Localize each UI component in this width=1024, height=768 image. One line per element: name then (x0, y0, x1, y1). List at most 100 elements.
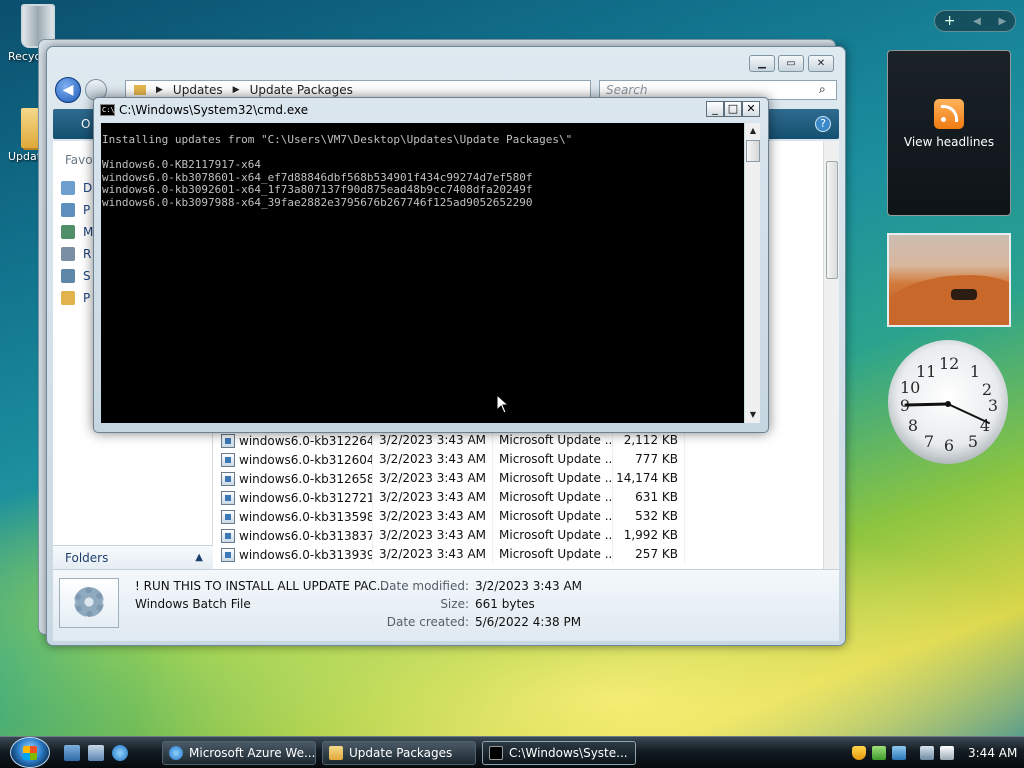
table-row[interactable]: windows6.0-kb313598... 3/2/2023 3:43 AM … (221, 507, 691, 526)
scroll-up-arrow-icon[interactable]: ▲ (745, 123, 761, 139)
details-size-label: Size: (440, 597, 469, 611)
clock-gadget[interactable]: 12 1 2 3 4 5 6 7 8 9 10 11 (888, 340, 1008, 464)
cmd-window: C:\ C:\Windows\System32\cmd.exe _ □ ✕ In… (93, 97, 769, 433)
recent-icon (61, 247, 75, 261)
file-size: 1,992 KB (613, 526, 685, 545)
taskbar-button-label: Microsoft Azure We... (189, 746, 316, 760)
update-icon[interactable] (872, 746, 886, 760)
cmd-maximize-button[interactable]: □ (724, 101, 742, 117)
organize-button[interactable]: O (81, 117, 90, 131)
file-date: 3/2/2023 3:43 AM (373, 450, 493, 469)
add-gadget-button[interactable]: + (944, 13, 956, 29)
security-shield-icon[interactable] (852, 746, 866, 760)
cmd-minimize-button[interactable]: _ (706, 101, 724, 117)
scrollbar-thumb[interactable] (746, 140, 760, 162)
file-date: 3/2/2023 3:43 AM (373, 488, 493, 507)
cmd-close-button[interactable]: ✕ (742, 101, 760, 117)
batch-file-icon (59, 578, 119, 628)
file-list-scrollbar[interactable] (823, 141, 839, 569)
breadcrumb-update-packages[interactable]: Update Packages (250, 83, 353, 97)
search-icon[interactable]: ⌕ (819, 82, 826, 97)
nav-item-label: D (83, 181, 93, 195)
clock-hands (904, 401, 990, 424)
feed-headlines-gadget[interactable]: View headlines (887, 50, 1011, 216)
file-size: 777 KB (613, 450, 685, 469)
close-button[interactable]: ✕ (808, 55, 834, 72)
file-name: windows6.0-kb312604... (239, 452, 373, 467)
table-row[interactable]: windows6.0-kb312658... 3/2/2023 3:43 AM … (221, 469, 691, 488)
console-line: Windows6.0-KB2117917-x64 (102, 158, 261, 171)
searches-icon (61, 269, 75, 283)
network-icon[interactable] (892, 746, 906, 760)
update-package-icon (221, 528, 235, 543)
nav-item-label: S (83, 269, 91, 283)
internet-explorer-icon (169, 746, 183, 760)
file-date: 3/2/2023 3:43 AM (373, 469, 493, 488)
rss-icon (934, 99, 964, 129)
update-package-icon (221, 547, 235, 562)
console-line: windows6.0-kb3097988-x64_39fae2882e37956… (102, 195, 533, 209)
file-name: windows6.0-kb313939... (239, 547, 373, 562)
file-type: Microsoft Update ... (493, 450, 613, 469)
show-desktop-icon[interactable] (64, 745, 80, 761)
system-tray: 3:44 AM (852, 741, 1020, 765)
taskbar-clock[interactable]: 3:44 AM (968, 746, 1017, 760)
hour-hand (904, 402, 950, 407)
file-type: Microsoft Update ... (493, 469, 613, 488)
taskbar-button-azure[interactable]: Microsoft Azure We... (162, 741, 316, 765)
display-icon[interactable] (920, 746, 934, 760)
cmd-titlebar[interactable]: C:\ C:\Windows\System32\cmd.exe (100, 101, 308, 119)
console-scrollbar[interactable]: ▲ ▼ (744, 123, 760, 423)
prev-gadget-button[interactable]: ◀ (973, 16, 981, 27)
oryx-silhouette (951, 289, 977, 300)
table-row[interactable]: windows6.0-kb313837... 3/2/2023 3:43 AM … (221, 526, 691, 545)
help-icon[interactable]: ? (815, 116, 831, 132)
folders-toggle[interactable]: Folders ▲ (53, 545, 213, 569)
file-name: windows6.0-kb312721... (239, 490, 373, 505)
file-size: 532 KB (613, 507, 685, 526)
folder-icon (61, 291, 75, 305)
file-type: Microsoft Update ... (493, 507, 613, 526)
table-row[interactable]: windows6.0-kb312721... 3/2/2023 3:43 AM … (221, 488, 691, 507)
update-package-icon (221, 509, 235, 524)
switch-windows-icon[interactable] (88, 745, 104, 761)
file-type: Microsoft Update ... (493, 526, 613, 545)
maximize-button[interactable]: ▭ (778, 55, 804, 72)
scrollbar-thumb[interactable] (826, 161, 838, 279)
internet-explorer-icon[interactable] (112, 745, 128, 761)
file-date: 3/2/2023 3:43 AM (373, 431, 493, 450)
volume-muted-icon[interactable] (940, 746, 954, 760)
scroll-down-arrow-icon[interactable]: ▼ (745, 407, 761, 423)
breadcrumb-updates[interactable]: Updates (173, 83, 223, 97)
pictures-icon (61, 203, 75, 217)
table-row[interactable]: windows6.0-kb312264... 3/2/2023 3:43 AM … (221, 431, 691, 450)
file-date: 3/2/2023 3:43 AM (373, 507, 493, 526)
folder-icon (329, 746, 343, 760)
file-name: windows6.0-kb312658... (239, 471, 373, 486)
start-button[interactable] (10, 737, 50, 768)
file-name: windows6.0-kb313837... (239, 528, 373, 543)
taskbar-button-update-packages[interactable]: Update Packages (322, 741, 476, 765)
file-date: 3/2/2023 3:43 AM (373, 526, 493, 545)
file-size: 14,174 KB (613, 469, 685, 488)
nav-item-label: R (83, 247, 92, 261)
documents-icon (61, 181, 75, 195)
sidebar-controls: + ◀ ▶ (934, 10, 1016, 32)
console-line: Installing updates from "C:\Users\VM7\De… (102, 133, 573, 146)
details-size-value: 661 bytes (475, 597, 535, 611)
taskbar-button-cmd[interactable]: C:\Windows\Syste... (482, 741, 636, 765)
file-name: windows6.0-kb313598... (239, 509, 373, 524)
slideshow-gadget[interactable] (887, 233, 1011, 327)
next-gadget-button[interactable]: ▶ (998, 16, 1006, 27)
dune-shape (889, 275, 1009, 325)
minimize-button[interactable]: ▁ (749, 55, 775, 72)
console-output[interactable]: Installing updates from "C:\Users\VM7\De… (101, 123, 744, 423)
nav-item-label: M (83, 225, 94, 239)
taskbar-button-label: Update Packages (349, 746, 453, 760)
details-modified-value: 3/2/2023 3:43 AM (475, 579, 583, 593)
table-row[interactable]: windows6.0-kb312604... 3/2/2023 3:43 AM … (221, 450, 691, 469)
file-size: 257 KB (613, 545, 685, 564)
table-row[interactable]: windows6.0-kb313939... 3/2/2023 3:43 AM … (221, 545, 691, 564)
back-button[interactable]: ◀ (55, 77, 81, 103)
update-package-icon (221, 452, 235, 467)
